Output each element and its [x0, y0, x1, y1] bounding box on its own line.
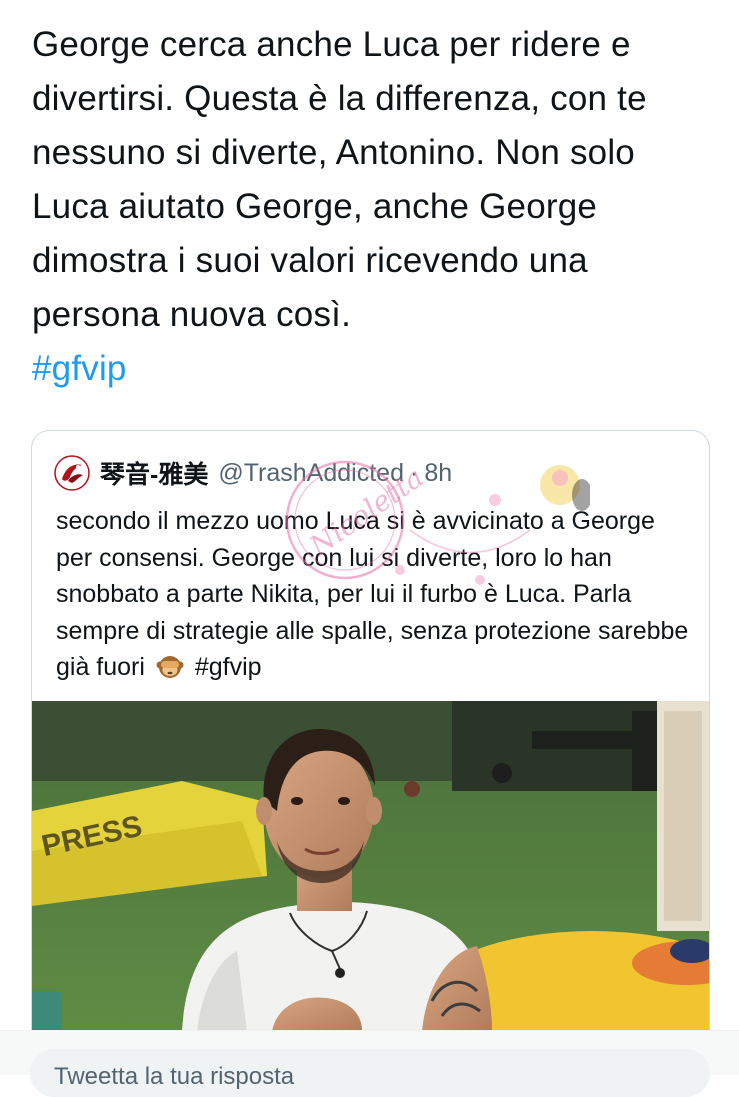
see-no-evil-monkey-icon: [156, 656, 184, 678]
reply-bar: Tweetta la tua risposta: [0, 1030, 739, 1097]
avatar[interactable]: [54, 455, 90, 491]
quoted-hashtag-link[interactable]: #gfvip: [195, 653, 262, 681]
quoted-display-name[interactable]: 琴音-雅美: [100, 455, 208, 491]
quoted-tweet-card[interactable]: 琴音-雅美 @TrashAddicted · 8h secondo il mez…: [31, 430, 710, 1031]
tweet-hashtag-link[interactable]: #gfvip: [32, 342, 712, 396]
quoted-tweet-image[interactable]: PRESS: [32, 701, 709, 1031]
reply-placeholder: Tweetta la tua risposta: [54, 1063, 295, 1090]
quoted-timestamp[interactable]: 8h: [424, 459, 452, 488]
quoted-tweet-header: 琴音-雅美 @TrashAddicted · 8h: [54, 455, 452, 491]
reply-input[interactable]: Tweetta la tua risposta: [30, 1049, 710, 1097]
quoted-tweet-text: secondo il mezzo uomo Luca si è avvicina…: [56, 503, 696, 686]
quoted-handle[interactable]: @TrashAddicted: [218, 459, 404, 488]
header-separator: ·: [409, 458, 419, 487]
avatar-logo-icon: [54, 455, 90, 491]
tweet-body: George cerca anche Luca per ridere e div…: [32, 25, 647, 334]
quoted-body: secondo il mezzo uomo Luca si è avvicina…: [56, 507, 689, 681]
tweet-text: George cerca anche Luca per ridere e div…: [32, 18, 712, 396]
photo-man-in-garden: PRESS: [32, 701, 709, 1031]
